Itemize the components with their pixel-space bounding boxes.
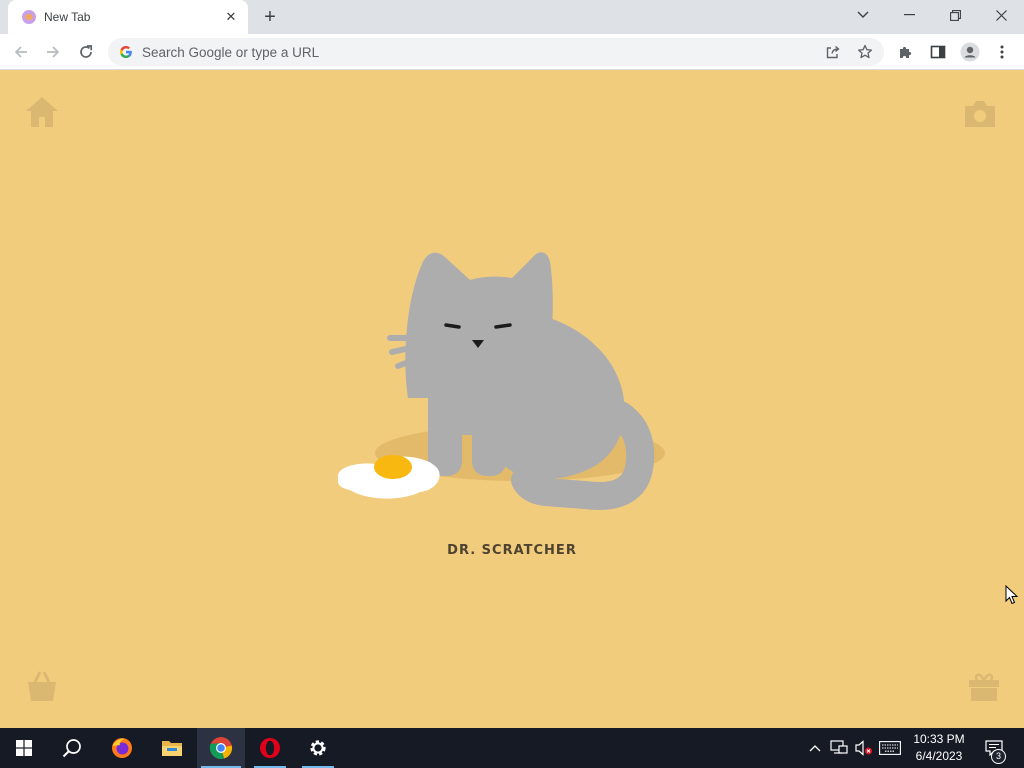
home-icon[interactable] [24,94,60,130]
volume-muted-icon [855,740,872,756]
start-button[interactable] [0,728,48,768]
reload-icon [80,45,93,58]
cat-name: DR. SCRATCHER [447,543,577,558]
clock-date: 6/4/2023 [915,749,963,763]
camera-icon[interactable] [962,96,998,132]
notification-count-badge: 3 [991,749,1006,764]
reload-button[interactable] [73,39,99,65]
taskbar-settings[interactable] [294,728,342,768]
profile-button[interactable] [957,39,983,65]
clock-time: 10:33 PM [913,732,965,746]
egg-yolk [374,455,412,479]
extensions-button[interactable] [893,39,919,65]
chevron-up-icon [809,745,821,752]
tab-search-button[interactable] [840,0,886,30]
omnibox-placeholder: Search Google or type a URL [142,45,320,60]
cat-illustration[interactable] [320,240,680,520]
keyboard-icon [879,741,901,755]
forward-icon [47,46,60,58]
taskbar-chrome[interactable] [197,728,245,768]
chrome-menu-button[interactable] [989,39,1015,65]
new-tab-button[interactable]: + [258,6,282,28]
side-panel-icon [930,45,946,59]
show-hidden-icons-button[interactable] [805,728,825,768]
search-icon [62,739,81,758]
new-tab-page: DR. SCRATCHER [0,70,1024,728]
windows-start-icon [16,740,32,756]
shop-bag-icon[interactable] [24,668,60,704]
taskbar-clock[interactable]: 10:33 PM 6/4/2023 [900,731,978,765]
restore-icon [949,9,961,21]
network-icon [830,740,848,754]
forward-button[interactable] [40,39,66,65]
chevron-down-icon [857,11,869,18]
extensions-puzzle-icon [900,46,912,58]
windows-taskbar: 10:33 PM 6/4/2023 [0,728,1024,768]
restore-button[interactable] [932,0,978,30]
gift-icon[interactable] [966,668,1002,704]
close-window-button[interactable] [978,0,1024,30]
share-icon[interactable] [825,44,841,60]
settings-gear-icon [310,740,326,756]
tab-title: New Tab [44,10,91,24]
mouse-cursor-icon [1005,585,1019,605]
profile-icon [960,42,980,62]
google-g-icon [120,46,132,58]
back-icon [14,46,27,58]
cat-eye-right [494,323,512,329]
tab-close-button[interactable]: ✕ [222,8,240,26]
tab-new-tab[interactable]: New Tab ✕ [8,0,248,34]
firefox-icon [112,738,132,758]
cat-eye-left [444,323,461,329]
address-bar[interactable]: Search Google or type a URL [108,38,884,66]
minimize-icon [903,14,915,16]
back-button[interactable] [8,39,34,65]
browser-toolbar: Search Google or type a URL [0,34,1024,70]
taskbar-search-button[interactable] [48,728,96,768]
scratcher-cat-icon [22,10,36,24]
taskbar-firefox[interactable] [98,728,146,768]
bookmark-star-icon[interactable] [857,44,873,60]
taskbar-file-explorer[interactable] [148,728,196,768]
close-icon [995,9,1007,21]
menu-kebab-icon [1000,45,1004,59]
file-explorer-icon [162,741,182,756]
taskbar-opera[interactable] [246,728,294,768]
network-button[interactable] [828,728,850,768]
side-panel-button[interactable] [925,39,951,65]
cat-head [405,252,553,398]
opera-icon [260,738,280,758]
chrome-icon [209,737,233,759]
volume-button[interactable] [853,728,875,768]
tab-strip: New Tab ✕ + [0,0,1024,34]
minimize-button[interactable] [886,0,932,30]
